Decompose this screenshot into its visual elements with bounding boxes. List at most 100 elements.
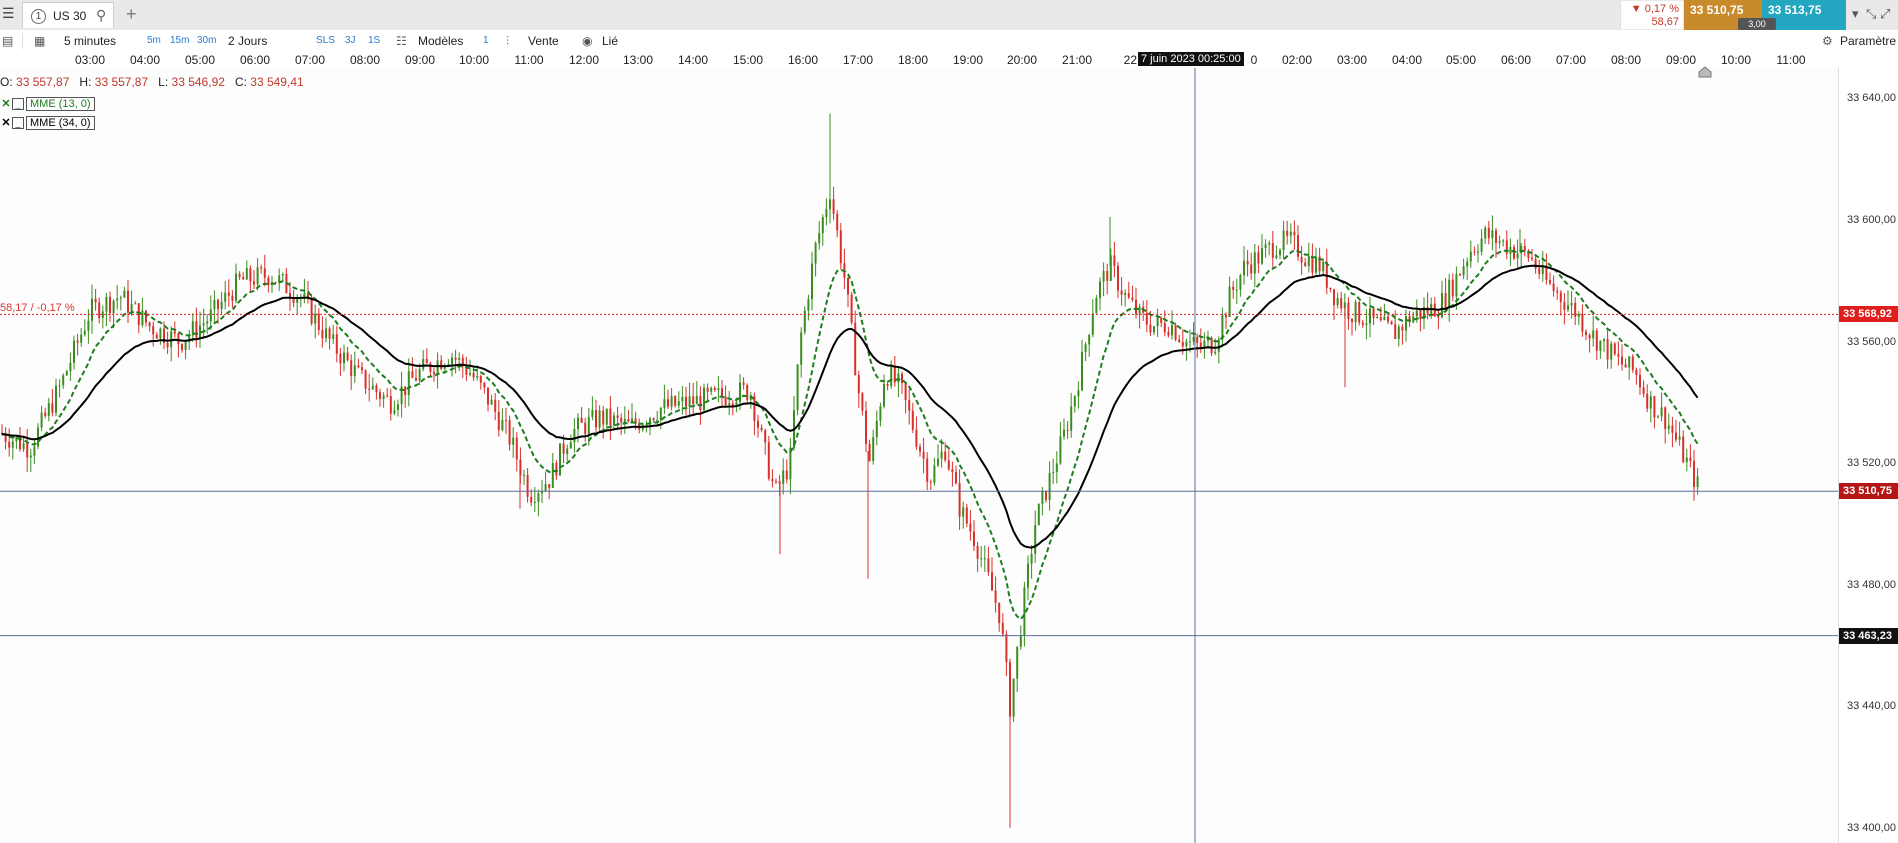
candle-body [1383,316,1386,321]
divider [22,33,23,49]
spread-badge: 3,00 [1738,18,1776,30]
candle-body [1225,315,1227,318]
candle-body [731,403,734,406]
candle-body [476,376,479,378]
candle-body [523,474,525,476]
candle-body [350,360,353,377]
list-icon[interactable]: ▤ [2,34,13,48]
candle-body [1693,461,1695,487]
quick-range-1s[interactable]: 1S [368,35,380,46]
candle-body [595,409,597,428]
indicator-ema34[interactable]: ✕ _ MME (34, 0) [0,116,95,130]
candle-body [69,362,72,372]
candle-body [944,451,947,461]
remove-icon[interactable]: ✕ [0,116,12,129]
candle-body [555,462,558,476]
tab-us30[interactable]: 1 US 30 ⚲ [22,2,114,28]
tab-number-badge: 1 [31,9,46,24]
layout-icon[interactable]: ▦ [34,34,45,48]
close-label: C: [234,75,247,89]
candle-body [836,213,839,231]
candle-body [973,531,975,546]
linked-button[interactable]: Lié [602,34,618,48]
quick-range-3j[interactable]: 3J [345,35,356,46]
candle-body [512,437,515,445]
expand-icon[interactable]: ⤢ [1880,6,1890,22]
minimize-icon[interactable]: _ [12,117,24,130]
candle-body [1304,262,1307,267]
candle-body [357,365,360,368]
candle-body [321,329,324,339]
gear-icon[interactable]: ⚙ [1822,34,1833,48]
candle-body [1081,351,1083,391]
minimize-icon[interactable]: _ [12,98,24,111]
candle-body [1657,416,1659,418]
candle-body [980,558,983,560]
candle-body [890,367,893,387]
interval-select[interactable]: 5 minutes [64,34,116,48]
sell-button[interactable]: Vente [528,34,559,48]
candle-body [1340,298,1343,309]
settings-button[interactable]: Paramètre [1840,34,1896,48]
candle-body [1120,290,1123,295]
add-tab-button[interactable]: + [126,4,137,25]
candle-body [375,385,378,393]
quick-interval-5m[interactable]: 5m [147,35,161,46]
minimize-icon[interactable]: ⤡ [1866,6,1876,22]
indicator-ema13[interactable]: ✕ _ MME (13, 0) [0,97,95,111]
time-tick-label: 03:00 [1336,53,1368,67]
candle-body [1531,257,1533,260]
tab-label: US 30 [53,9,87,23]
home-icon[interactable] [1698,66,1712,78]
candle-body [1477,251,1479,253]
search-icon[interactable]: ⚲ [96,7,106,24]
candle-body [73,340,75,363]
candle-body [217,299,219,309]
hamburger-icon[interactable]: ☰ [2,6,16,20]
candle-body [62,375,65,386]
candle-body [415,377,417,381]
price-chart[interactable] [0,68,1838,843]
candle-body [1599,340,1602,351]
candle-body [1394,324,1397,339]
time-tick-label: 05:00 [184,53,216,67]
time-tick-label: 10:00 [458,53,490,67]
candle-body [22,443,25,450]
candle-body [1437,316,1440,318]
candle-body [1577,314,1580,317]
candle-body [101,311,104,319]
candle-body [1365,323,1368,325]
candle-body [1300,256,1303,263]
candle-body [1624,364,1627,368]
quick-interval-15m[interactable]: 15m [170,35,189,46]
templates-button[interactable]: Modèles [418,34,463,48]
candles-icon[interactable]: ⫶ [506,34,509,49]
candle-body [1095,298,1098,314]
candle-body [177,333,180,345]
count-badge[interactable]: 1 [483,35,489,46]
candle-body [515,437,518,460]
candle-body [1354,302,1357,323]
time-tick-label: 07:00 [1555,53,1587,67]
range-select[interactable]: 2 Jours [228,34,267,48]
candle-body [1322,261,1325,272]
candle-body [1156,317,1159,327]
candle-body [1491,230,1494,239]
quick-interval-30m[interactable]: 30m [197,35,216,46]
candle-body [1174,325,1177,340]
candle-body [1621,356,1623,365]
candle-body [1099,281,1101,299]
eye-icon[interactable]: ◉ [582,34,592,48]
candle-body [368,388,371,390]
remove-icon[interactable]: ✕ [0,97,12,110]
candle-body [209,309,212,322]
candle-body [1063,429,1065,437]
time-tick-label: 19:00 [952,53,984,67]
dropdown-icon[interactable]: ▾ [1852,6,1859,22]
candle-body [1462,266,1465,276]
templates-icon[interactable]: ☷ [396,34,407,48]
candle-body [1549,280,1551,284]
candle-body [1588,335,1591,339]
quick-range-sls[interactable]: SLS [316,35,335,46]
candle-body [1253,252,1256,274]
